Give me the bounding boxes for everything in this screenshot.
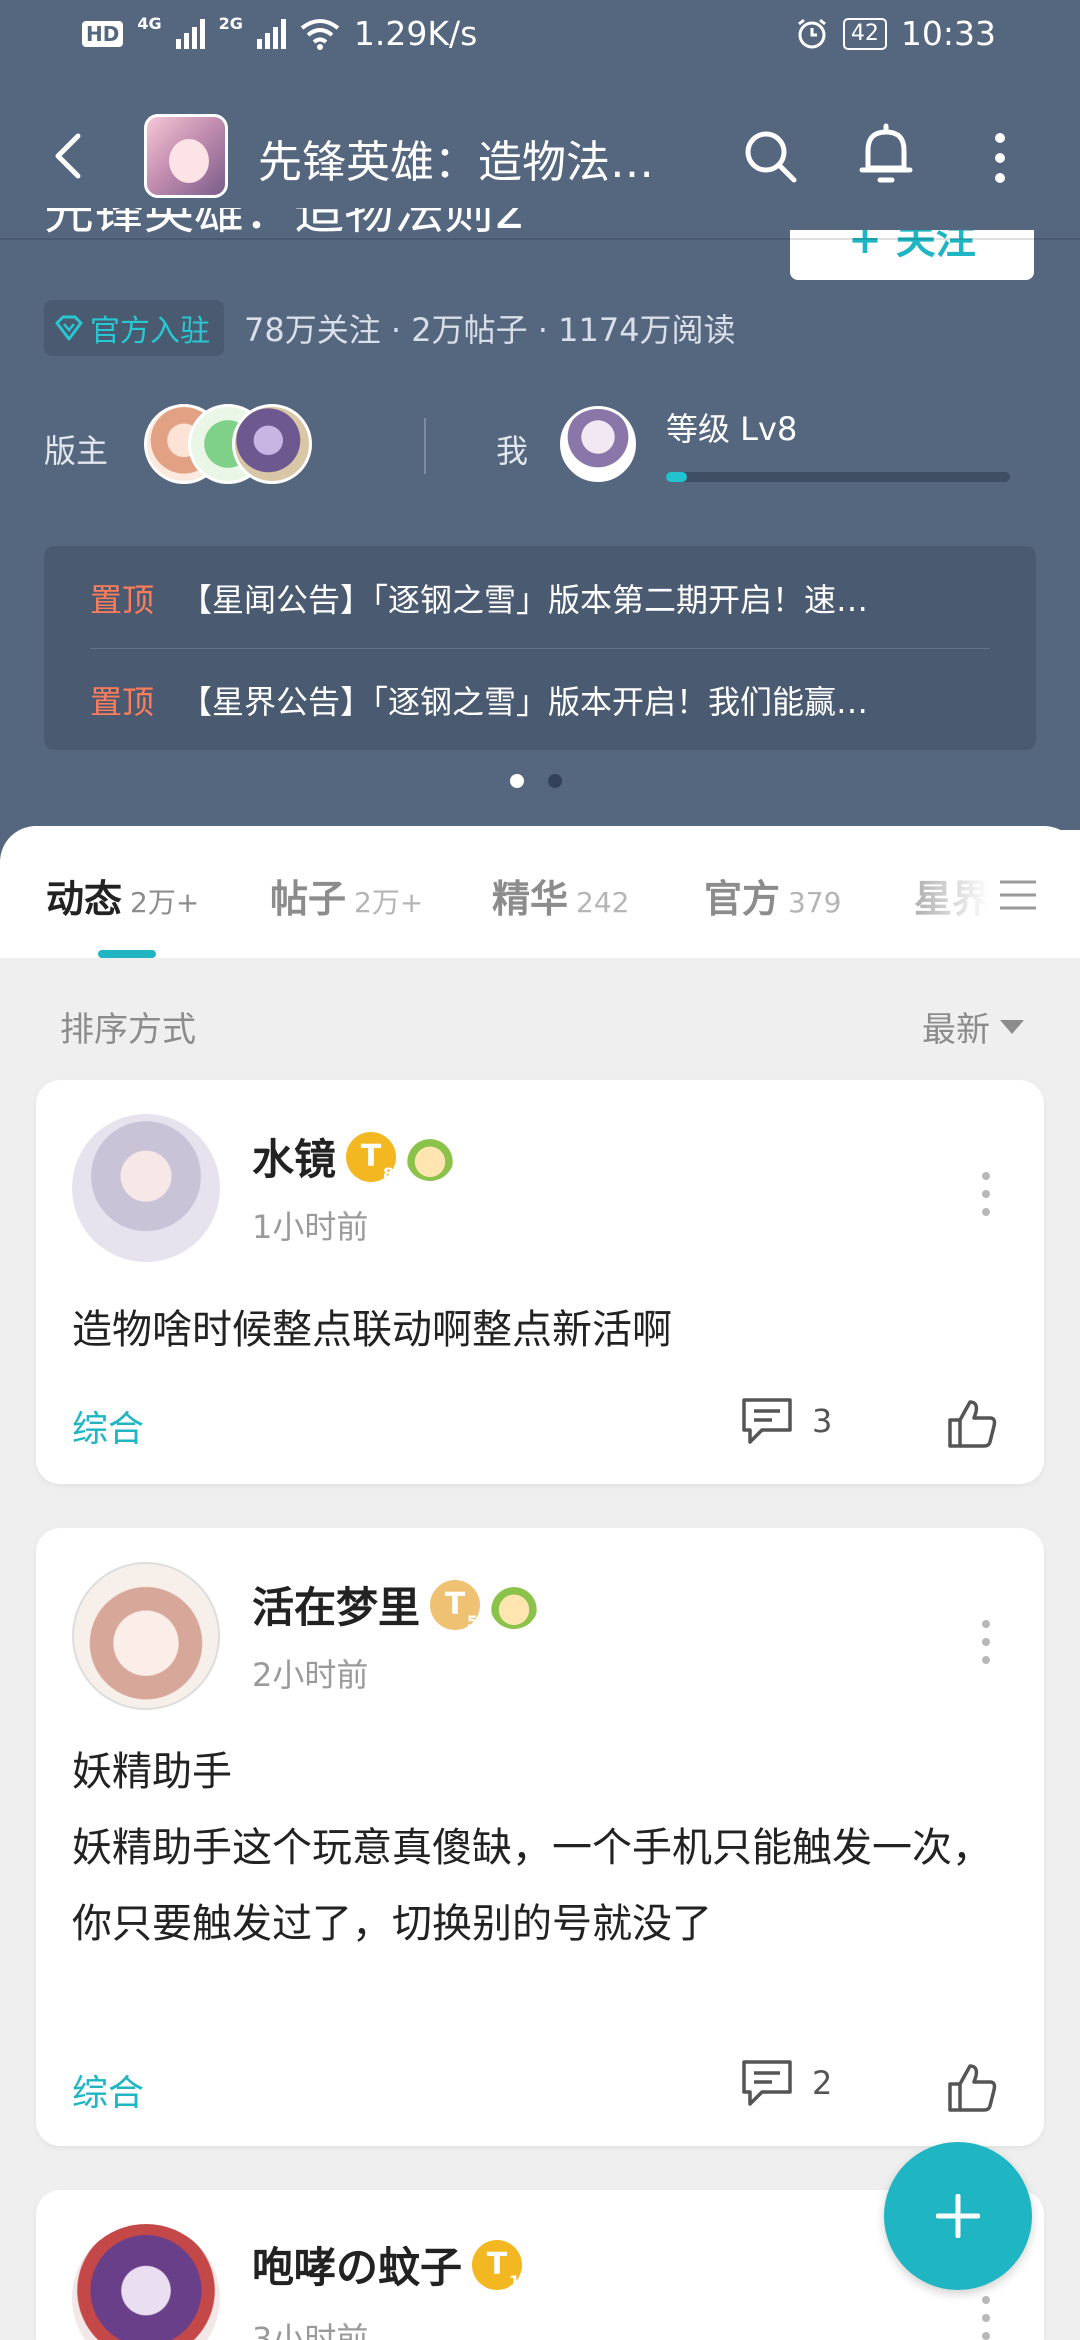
bell-icon[interactable] — [856, 122, 916, 190]
post-body: 造物啥时候整点联动啊整点新活啊 — [72, 1307, 672, 1353]
forum-stats: 78万关注 · 2万帖子 · 1174万阅读 — [244, 311, 736, 349]
forum-header: HD 4G 2G 1.29K/s 42 10:33 先锋英雄：造物法则2 + 关… — [0, 0, 1080, 880]
clock: 10:33 — [900, 14, 996, 53]
post-category[interactable]: 综合 — [72, 1400, 144, 1452]
pinned-post-title: 【星闻公告】「逐钢之雪」版本第二期开启！速… — [180, 581, 869, 619]
alarm-icon — [797, 18, 826, 48]
navbar-divider — [0, 238, 1080, 240]
fairy-badge-icon — [406, 1132, 455, 1181]
official-badge-label: 官方入驻 — [90, 314, 210, 349]
pinned-post[interactable]: 置顶 【星界公告】「逐钢之雪」版本开启！我们能赢… — [90, 650, 990, 750]
pager-dot-active — [510, 774, 524, 788]
status-bar: HD 4G 2G 1.29K/s 42 10:33 — [0, 0, 1080, 72]
comment-count: 3 — [812, 1402, 833, 1440]
hd-badge: HD — [82, 20, 124, 47]
more-vertical-icon[interactable] — [980, 2294, 992, 2340]
pager-dots — [510, 774, 562, 788]
admin-row: 版主 我 等级 Lv8 — [44, 404, 1044, 484]
sort-dropdown[interactable]: 最新 — [922, 1002, 1024, 1051]
wifi-icon — [300, 18, 340, 50]
me-label: 我 — [496, 432, 529, 470]
tab-list-icon[interactable] — [998, 878, 1038, 912]
game-icon — [144, 114, 228, 198]
level-progress-bar — [666, 472, 1010, 482]
post-time: 3小时前 — [252, 2320, 369, 2340]
back-arrow-icon[interactable] — [42, 126, 98, 186]
user-level: 等级 Lv8 — [666, 410, 798, 448]
post-card[interactable]: 水镜 T8 1小时前 造物啥时候整点联动啊整点新活啊 综合 3 — [36, 1080, 1044, 1484]
official-badge: 官方入驻 — [44, 300, 224, 356]
comment-icon — [742, 1398, 792, 1444]
post-time: 1小时前 — [252, 1208, 369, 1246]
tab-fade — [880, 830, 1080, 950]
new-post-button[interactable] — [884, 2142, 1032, 2290]
avatar[interactable] — [72, 1562, 220, 1710]
network-speed: 1.29K/s — [353, 14, 478, 53]
avatar[interactable] — [72, 1114, 220, 1262]
top-navbar: 先锋英雄：造物法… — [0, 104, 1080, 208]
medal-icon: T8 — [346, 1131, 397, 1182]
pager-dot — [548, 774, 562, 788]
tab-dynamic[interactable]: 动态 2万+ — [46, 868, 199, 923]
thumbs-up-icon[interactable] — [946, 2062, 998, 2114]
signal-icon — [175, 18, 205, 49]
battery-indicator: 42 — [842, 17, 887, 50]
post-author[interactable]: 活在梦里 T5 — [252, 1574, 539, 1635]
plus-icon — [936, 2194, 980, 2238]
more-vertical-icon[interactable] — [980, 1170, 992, 1218]
post-body-title: 妖精助手 — [72, 1749, 232, 1795]
comment-count: 2 — [812, 2064, 833, 2102]
avatar[interactable] — [232, 404, 312, 484]
comment-button[interactable]: 3 — [740, 1396, 832, 1446]
active-tab-indicator — [98, 950, 156, 958]
thumbs-up-icon[interactable] — [946, 1398, 998, 1450]
medal-icon: T1 — [472, 2239, 523, 2290]
signal-icon — [256, 18, 286, 49]
fairy-badge-icon — [490, 1580, 539, 1629]
post-author[interactable]: 咆哮の蚊子 T1 — [252, 2234, 523, 2295]
divider — [424, 418, 426, 474]
post-card[interactable]: 活在梦里 T5 2小时前 妖精助手 妖精助手这个玩意真傻缺，一个手机只能触发一次… — [36, 1528, 1044, 2146]
sort-value: 最新 — [922, 1010, 990, 1050]
comment-button[interactable]: 2 — [740, 2058, 832, 2108]
forum-stats-row: 官方入驻 78万关注 · 2万帖子 · 1174万阅读 — [44, 300, 736, 356]
post-author[interactable]: 水镜 T8 — [252, 1126, 455, 1187]
post-body: 妖精助手这个玩意真傻缺，一个手机只能触发一次，你只要触发过了，切换别的号就没了 — [72, 1825, 992, 1947]
pinned-post[interactable]: 置顶 【星闻公告】「逐钢之雪」版本第二期开启！速… — [90, 548, 990, 648]
tab-featured[interactable]: 精华 242 — [492, 868, 629, 923]
diamond-icon — [55, 315, 83, 341]
level-progress-fill — [666, 472, 687, 482]
tab-official[interactable]: 官方 379 — [704, 868, 841, 923]
avatar[interactable] — [72, 2224, 220, 2340]
search-icon[interactable] — [740, 126, 800, 186]
network-2g-label: 2G — [218, 14, 243, 33]
post-time: 2小时前 — [252, 1656, 369, 1694]
pinned-posts: 置顶 【星闻公告】「逐钢之雪」版本第二期开启！速… 置顶 【星界公告】「逐钢之雪… — [44, 546, 1036, 750]
admin-label: 版主 — [44, 432, 109, 470]
divider — [90, 648, 990, 649]
tab-posts[interactable]: 帖子 2万+ — [270, 868, 423, 923]
medal-icon: T5 — [430, 1579, 481, 1630]
more-vertical-icon[interactable] — [990, 130, 1010, 186]
more-vertical-icon[interactable] — [980, 1618, 992, 1666]
network-4g-label: 4G — [137, 14, 162, 33]
caret-down-icon — [1000, 1019, 1024, 1034]
post-category[interactable]: 综合 — [72, 2064, 144, 2116]
pinned-tag: 置顶 — [90, 581, 155, 619]
comment-icon — [742, 2060, 792, 2106]
forum-name: 先锋英雄：造物法… — [258, 137, 654, 188]
pinned-tag: 置顶 — [90, 683, 155, 721]
avatar[interactable] — [560, 406, 636, 482]
sort-label: 排序方式 — [60, 1010, 196, 1050]
pinned-post-title: 【星界公告】「逐钢之雪」版本开启！我们能赢… — [180, 683, 869, 721]
